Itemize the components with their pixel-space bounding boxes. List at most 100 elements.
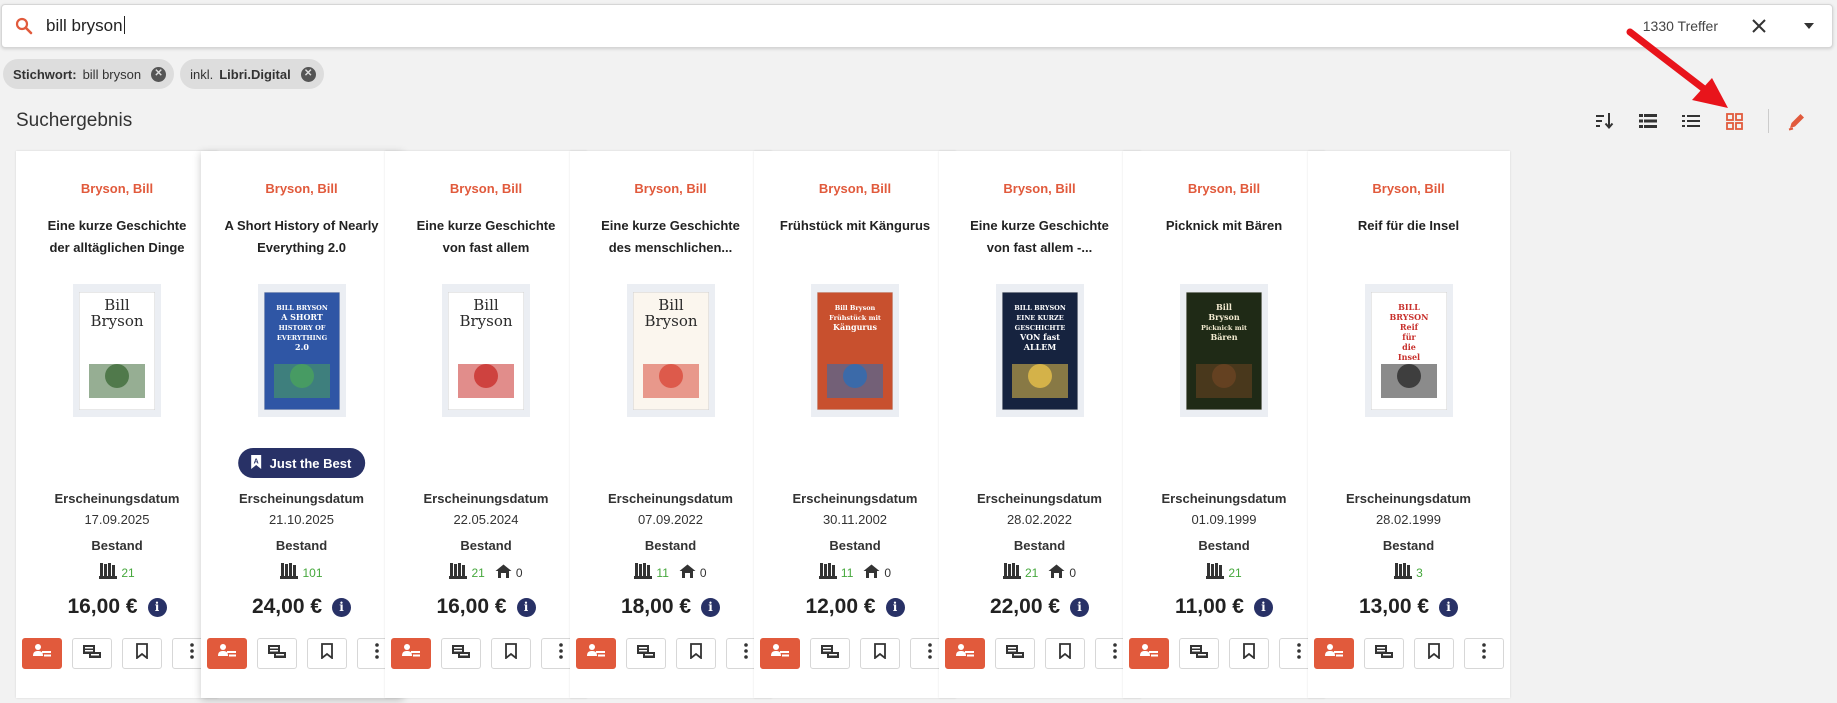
book-cover-image[interactable]: Bill Bryson Frühstück mitKängurus [817,291,893,410]
stock-info-button[interactable] [810,638,850,669]
stock-label: Bestand [829,538,881,553]
stock-info-button[interactable] [72,638,112,669]
info-icon[interactable]: i [701,597,721,617]
stock-info-button[interactable] [1179,638,1219,669]
price: 24,00 € [251,595,323,618]
store-icon [863,564,880,582]
libri-icon [634,562,653,583]
bookmark-button[interactable] [122,638,162,669]
book-author[interactable]: Bryson, Bill [1123,181,1325,196]
info-icon[interactable]: i [885,597,905,617]
order-button[interactable] [575,638,616,669]
book-cover-image[interactable]: BILL BRYSONA SHORT HISTORY OF EVERYTHING2.… [263,291,340,410]
order-button[interactable] [22,638,62,669]
bookmark-button[interactable] [306,638,347,669]
stock-info-button[interactable] [625,638,666,669]
bookmark-button[interactable] [860,638,900,669]
product-card[interactable]: Bryson, Bill Eine kurze Geschichte von f… [385,151,587,698]
publication-date-label: Erscheinungsdatum [608,491,733,506]
book-author[interactable]: Bryson, Bill [939,181,1141,196]
chip-value: bill bryson [82,66,142,82]
libri-stock-count: 21 [1228,565,1242,580]
svg-text:Bill: Bill [1216,302,1232,312]
info-icon[interactable]: i [147,597,167,617]
book-title[interactable]: Eine kurze Geschichte von fast allem -..… [959,215,1121,259]
order-button[interactable] [391,638,431,669]
product-card[interactable]: Bryson, Bill Reif für die Insel BILL BRYS… [1307,151,1510,698]
order-button[interactable] [760,638,800,669]
search-icon [2,17,46,35]
price: 13,00 € [1358,595,1430,618]
book-cover-image[interactable]: BillBryson [79,291,155,410]
publication-date-label: Erscheinungsdatum [423,491,549,506]
order-icon [1324,643,1344,664]
order-button[interactable] [1313,638,1354,669]
product-card[interactable]: Bryson, Bill A Short History of Nearly E… [200,151,403,698]
order-button[interactable] [944,638,985,669]
search-input[interactable]: bill bryson [46,16,1643,36]
svg-text:die: die [1402,342,1416,352]
book-cover-image[interactable]: BillBryson [448,291,524,410]
book-title[interactable]: Reif für die Insel [1328,215,1490,237]
svg-text:Bill Bryson: Bill Bryson [835,304,876,312]
book-author[interactable]: Bryson, Bill [1308,181,1510,196]
product-card[interactable]: Bryson, Bill Eine kurze Geschichte des m… [569,151,772,698]
search-bar[interactable]: bill bryson 1330 Treffer [1,4,1833,48]
stock-info-button[interactable] [1363,638,1404,669]
book-author[interactable]: Bryson, Bill [385,181,587,196]
bookmark-button[interactable] [491,638,531,669]
book-title[interactable]: Frühstück mit Kängurus [774,215,936,237]
publication-date: 07.09.2022 [637,512,704,527]
bookmark-button[interactable] [1413,638,1454,669]
book-title[interactable]: Picknick mit Bären [1143,215,1305,237]
stock-icon [820,643,840,664]
libri-stock-count: 11 [656,565,669,580]
svg-text:EINE KURZE: EINE KURZE [1016,314,1063,322]
stock-info-button[interactable] [994,638,1035,669]
more-button[interactable] [1463,638,1504,669]
info-icon[interactable]: i [1253,597,1273,617]
book-cover-image[interactable]: BillBryson Picknick mitBären [1186,291,1262,410]
chip-key: Stichwort: [13,66,77,82]
info-icon[interactable]: i [1439,597,1459,617]
info-icon[interactable]: i [516,597,536,617]
book-cover-image[interactable]: BILLBRYSONReiffürdieInsel [1370,291,1447,410]
svg-text:Bryson: Bryson [459,312,512,330]
bookmark-button[interactable] [1044,638,1085,669]
product-card[interactable]: Bryson, Bill Eine kurze Geschichte von f… [938,151,1141,698]
book-cover-image[interactable]: BILL BRYSON EINE KURZE GESCHICHTEVON fastA… [1001,291,1078,410]
search-options-dropdown[interactable] [1794,11,1824,41]
product-card[interactable]: Bryson, Bill Eine kurze Geschichte der a… [16,151,218,698]
info-icon[interactable]: i [332,597,352,617]
bookmark-button[interactable] [675,638,716,669]
book-author[interactable]: Bryson, Bill [754,181,956,196]
book-author[interactable]: Bryson, Bill [201,181,403,196]
order-button[interactable] [1129,638,1169,669]
book-cover-image[interactable]: BillBryson [632,291,709,410]
chip-value: Libri.Digital [219,66,291,82]
stock-info-button[interactable] [256,638,297,669]
edit-button[interactable] [1782,106,1812,136]
stock-info-button[interactable] [441,638,481,669]
book-title[interactable]: A Short History of Nearly Everything 2.0 [221,215,383,259]
order-button[interactable] [206,638,247,669]
product-card[interactable]: Bryson, Bill Frühstück mit Kängurus Bill… [754,151,956,698]
chip-libri-digital[interactable]: inkl. Libri.Digital ✕ [180,59,324,89]
book-author[interactable]: Bryson, Bill [16,181,218,196]
bookmark-button[interactable] [1229,638,1269,669]
more-icon [1112,643,1117,664]
stock-row: 21 0 [939,562,1141,583]
product-card[interactable]: Bryson, Bill Picknick mit Bären Bill Brys… [1123,151,1325,698]
store-stock-count: 0 [699,565,707,580]
sort-button[interactable] [1590,106,1620,136]
svg-text:2.0: 2.0 [295,342,309,352]
book-title[interactable]: Eine kurze Geschichte von fast allem [405,215,567,259]
chip-remove-icon[interactable]: ✕ [300,66,316,82]
chip-remove-icon[interactable]: ✕ [151,66,167,82]
book-title[interactable]: Eine kurze Geschichte des menschlichen..… [590,215,752,259]
book-title[interactable]: Eine kurze Geschichte der alltäglichen D… [36,215,198,259]
info-icon[interactable]: i [1070,597,1090,617]
book-author[interactable]: Bryson, Bill [570,181,772,196]
clear-search-button[interactable] [1744,11,1774,41]
chip-keyword[interactable]: Stichwort: bill bryson ✕ [3,59,175,89]
